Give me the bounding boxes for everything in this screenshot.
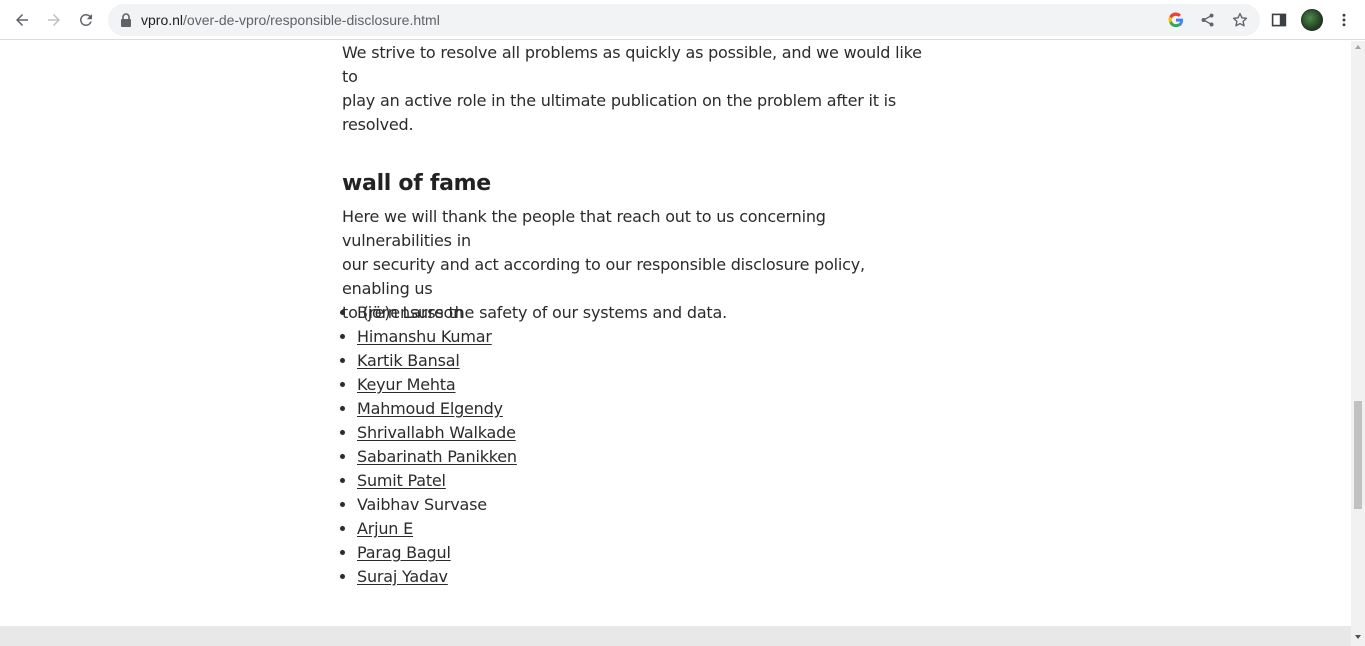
researcher-name: Vaibhav Survase bbox=[357, 495, 487, 514]
share-icon bbox=[1201, 13, 1214, 27]
wall-of-fame-item: Parag Bagul bbox=[357, 541, 517, 565]
wall-of-fame-item: Sabarinath Panikken bbox=[357, 445, 517, 469]
wall-of-fame-item: Himanshu Kumar bbox=[357, 325, 517, 349]
intro-line: play an active role in the ultimate publ… bbox=[342, 91, 897, 134]
scroll-down-arrow-icon[interactable] bbox=[1354, 633, 1362, 641]
bookmark-button[interactable] bbox=[1231, 11, 1249, 29]
forward-icon bbox=[48, 14, 60, 26]
wall-of-fame-item: Vaibhav Survase bbox=[357, 493, 517, 517]
researcher-link[interactable]: Keyur Mehta bbox=[357, 375, 456, 394]
scroll-up-arrow-icon[interactable] bbox=[1354, 43, 1362, 51]
researcher-link[interactable]: Mahmoud Elgendy bbox=[357, 399, 503, 418]
back-button[interactable] bbox=[8, 6, 36, 34]
wall-of-fame-item: Kartik Bansal bbox=[357, 349, 517, 373]
side-panel-icon bbox=[1271, 13, 1287, 27]
back-icon bbox=[16, 14, 28, 26]
intro-line: We strive to resolve all problems as qui… bbox=[342, 43, 922, 86]
wall-of-fame-item: Björn Larsson bbox=[357, 301, 517, 325]
star-icon bbox=[1232, 12, 1248, 27]
vertical-scrollbar[interactable] bbox=[1351, 41, 1365, 646]
profile-avatar[interactable] bbox=[1301, 9, 1323, 31]
researcher-link[interactable]: Sumit Patel bbox=[357, 471, 446, 490]
google-lens-button[interactable] bbox=[1167, 11, 1185, 29]
researcher-link[interactable]: Suraj Yadav bbox=[357, 567, 448, 586]
wall-of-fame-item: Arjun E bbox=[357, 517, 517, 541]
reload-button[interactable] bbox=[72, 6, 100, 34]
description-line: Here we will thank the people that reach… bbox=[342, 207, 826, 250]
intro-paragraph: We strive to resolve all problems as qui… bbox=[342, 41, 932, 137]
forward-button[interactable] bbox=[40, 6, 68, 34]
address-bar[interactable]: vpro.nl/over-de-vpro/responsible-disclos… bbox=[108, 4, 1260, 36]
researcher-link[interactable]: Arjun E bbox=[357, 519, 413, 538]
section-heading: wall of fame bbox=[342, 171, 491, 196]
researcher-link[interactable]: Parag Bagul bbox=[357, 543, 451, 562]
wall-of-fame-item: Sumit Patel bbox=[357, 469, 517, 493]
page-footer bbox=[0, 626, 1351, 646]
wall-of-fame-item: Suraj Yadav bbox=[357, 565, 517, 589]
lock-icon bbox=[121, 13, 131, 27]
wall-of-fame-list: Björn Larsson Himanshu Kumar Kartik Bansal… bbox=[357, 301, 517, 589]
share-button[interactable] bbox=[1199, 11, 1217, 29]
description-line: our security and act according to our re… bbox=[342, 255, 865, 298]
wall-of-fame-item: Mahmoud Elgendy bbox=[357, 397, 517, 421]
side-panel-button[interactable] bbox=[1269, 10, 1289, 30]
researcher-link[interactable]: Sabarinath Panikken bbox=[357, 447, 517, 466]
url-text: vpro.nl/over-de-vpro/responsible-disclos… bbox=[141, 11, 440, 29]
menu-icon bbox=[1342, 13, 1346, 27]
google-icon bbox=[1168, 12, 1184, 28]
researcher-link[interactable]: Shrivallabh Walkade bbox=[357, 423, 516, 442]
url-domain: vpro.nl bbox=[141, 12, 184, 28]
researcher-link[interactable]: Himanshu Kumar bbox=[357, 327, 492, 346]
researcher-link[interactable]: Kartik Bansal bbox=[357, 351, 460, 370]
scrollbar-thumb[interactable] bbox=[1354, 401, 1362, 509]
browser-toolbar: vpro.nl/over-de-vpro/responsible-disclos… bbox=[0, 0, 1365, 40]
wall-of-fame-item: Keyur Mehta bbox=[357, 373, 517, 397]
researcher-name: Björn Larsson bbox=[357, 303, 464, 322]
wall-of-fame-item: Shrivallabh Walkade bbox=[357, 421, 517, 445]
reload-icon bbox=[79, 13, 92, 26]
url-path: /over-de-vpro/responsible-disclosure.htm… bbox=[183, 12, 440, 28]
browser-menu-button[interactable] bbox=[1334, 10, 1354, 30]
